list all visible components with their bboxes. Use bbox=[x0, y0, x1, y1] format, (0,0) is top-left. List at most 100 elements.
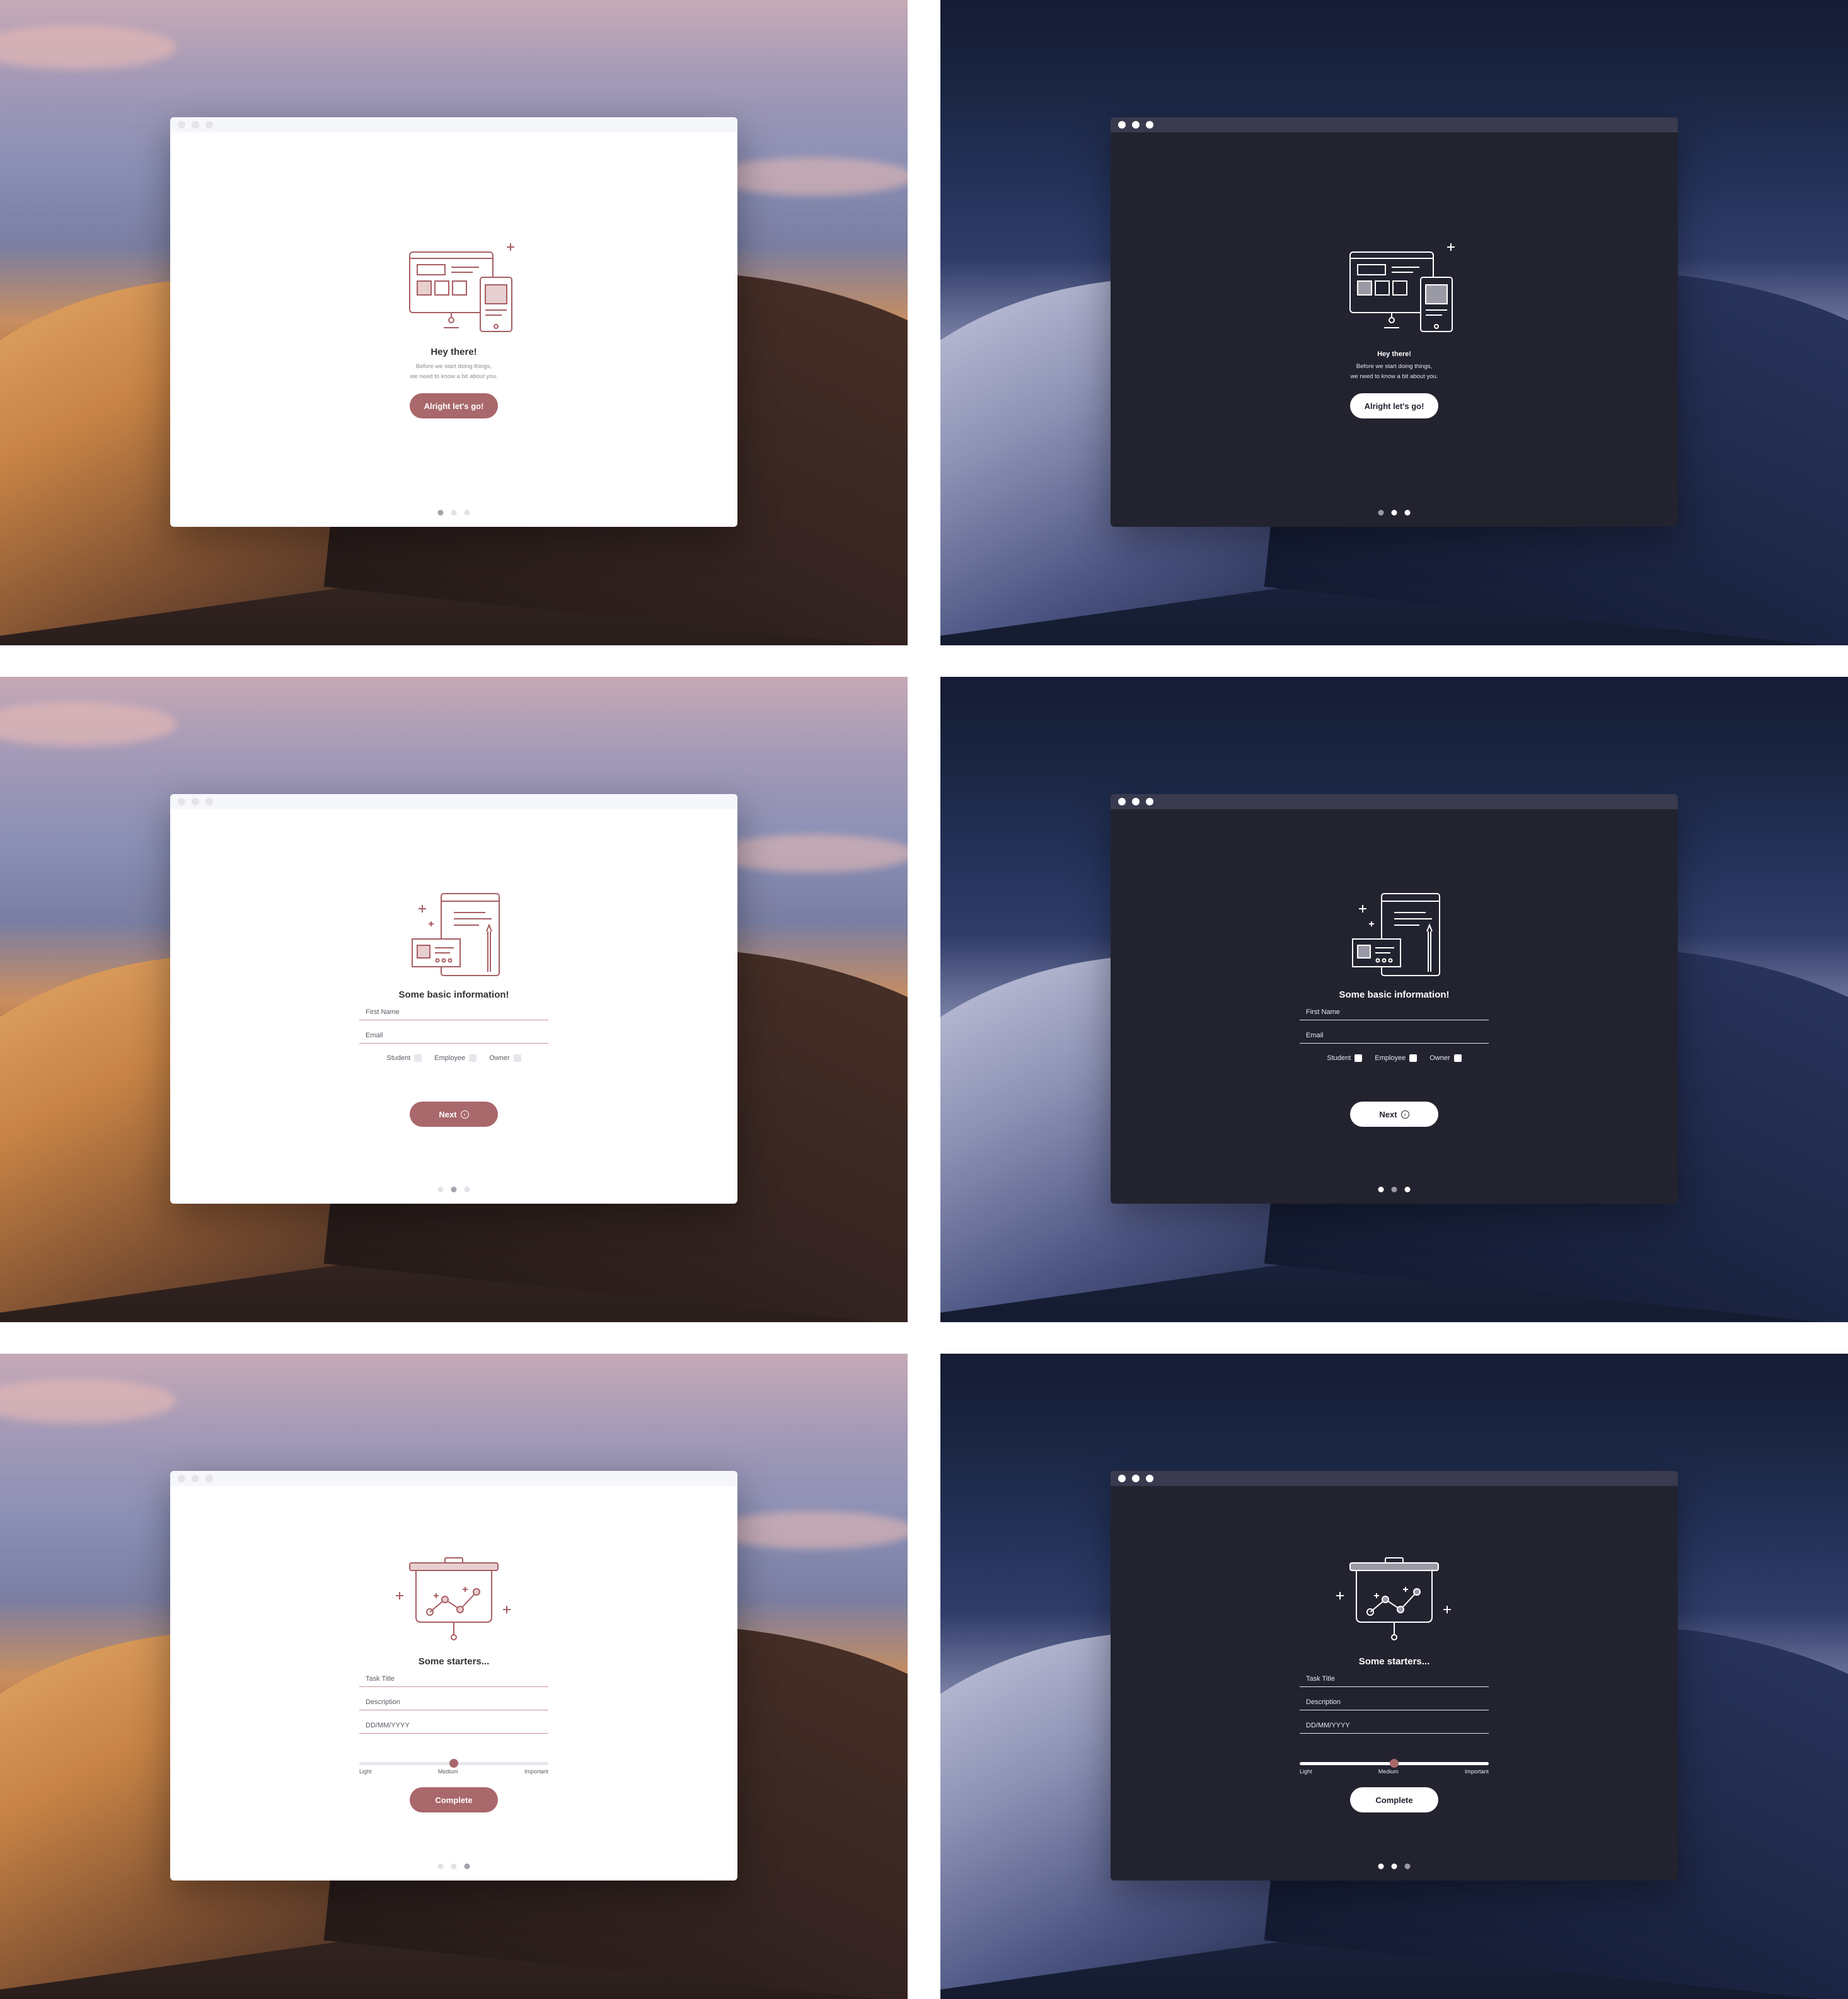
zoom-button[interactable] bbox=[1146, 121, 1153, 129]
devices-illustration-icon bbox=[1331, 239, 1457, 334]
starters-title: Some starters... bbox=[418, 1656, 490, 1667]
priority-important-label: Important bbox=[524, 1768, 548, 1775]
slider-knob[interactable] bbox=[1390, 1759, 1399, 1768]
next-button[interactable]: Next › bbox=[410, 1102, 498, 1127]
minimize-button[interactable] bbox=[1132, 798, 1140, 805]
priority-light-label: Light bbox=[359, 1768, 372, 1775]
role-options: Student Employee Owner bbox=[170, 1054, 737, 1062]
role-student[interactable]: Student bbox=[1327, 1054, 1363, 1062]
titlebar bbox=[170, 1471, 737, 1486]
task-title-field[interactable]: Task Title bbox=[1300, 1668, 1489, 1687]
complete-button[interactable]: Complete bbox=[1350, 1787, 1438, 1812]
onboarding-window: Some basic information! First Name Email… bbox=[1111, 794, 1678, 1204]
minimize-button[interactable] bbox=[1132, 121, 1140, 129]
student-checkbox[interactable] bbox=[1354, 1054, 1363, 1062]
info-dark-panel: Some basic information! First Name Email… bbox=[940, 677, 1848, 1322]
close-button[interactable] bbox=[1118, 1475, 1126, 1482]
slider-knob[interactable] bbox=[449, 1759, 458, 1768]
page-dot-3[interactable] bbox=[464, 510, 470, 516]
minimize-button[interactable] bbox=[192, 121, 199, 129]
description-field[interactable]: Description bbox=[1300, 1691, 1489, 1710]
page-dot-3[interactable] bbox=[464, 1187, 470, 1192]
complete-button[interactable]: Complete bbox=[410, 1787, 498, 1812]
role-student[interactable]: Student bbox=[386, 1054, 422, 1062]
start-button[interactable]: Alright let's go! bbox=[410, 393, 498, 418]
welcome-title: Hey there! bbox=[1377, 350, 1411, 358]
description-field[interactable]: Description bbox=[359, 1691, 548, 1710]
owner-checkbox[interactable] bbox=[513, 1054, 521, 1062]
role-student-label: Student bbox=[1327, 1054, 1351, 1062]
role-employee[interactable]: Employee bbox=[1375, 1054, 1418, 1062]
info-title: Some basic information! bbox=[398, 989, 509, 1000]
date-field[interactable]: DD/MM/YYYY bbox=[359, 1714, 548, 1734]
role-employee-label: Employee bbox=[1375, 1054, 1406, 1062]
role-owner[interactable]: Owner bbox=[489, 1054, 521, 1062]
email-placeholder: Email bbox=[1306, 1032, 1324, 1039]
page-dot-1[interactable] bbox=[1378, 1187, 1384, 1192]
role-employee[interactable]: Employee bbox=[434, 1054, 477, 1062]
subtitle-line-2: we need to know a bit about you. bbox=[1350, 373, 1438, 380]
close-button[interactable] bbox=[178, 121, 185, 129]
info-title: Some basic information! bbox=[1339, 989, 1450, 1000]
arrow-right-icon: › bbox=[460, 1110, 469, 1119]
page-dot-2[interactable] bbox=[451, 1864, 457, 1869]
page-dot-3[interactable] bbox=[464, 1864, 470, 1869]
email-field[interactable]: Email bbox=[1300, 1024, 1489, 1044]
info-light-panel: Some basic information! First Name Email… bbox=[0, 677, 908, 1322]
close-button[interactable] bbox=[178, 1475, 185, 1482]
page-dot-1[interactable] bbox=[437, 510, 444, 516]
first-name-placeholder: First Name bbox=[1306, 1008, 1340, 1016]
page-dot-3[interactable] bbox=[1404, 1187, 1411, 1192]
page-dot-1[interactable] bbox=[1378, 1864, 1384, 1869]
task-title-field[interactable]: Task Title bbox=[359, 1668, 548, 1687]
role-employee-label: Employee bbox=[434, 1054, 466, 1062]
page-indicator bbox=[1378, 510, 1411, 516]
zoom-button[interactable] bbox=[205, 1475, 213, 1482]
email-field[interactable]: Email bbox=[359, 1024, 548, 1044]
zoom-button[interactable] bbox=[205, 121, 213, 129]
priority-labels: Light Medium Important bbox=[359, 1768, 548, 1775]
onboarding-window: Some basic information! First Name Email… bbox=[170, 794, 737, 1204]
zoom-button[interactable] bbox=[205, 798, 213, 805]
onboarding-window: Hey there! Before we start doing things,… bbox=[170, 117, 737, 527]
close-button[interactable] bbox=[1118, 798, 1126, 805]
employee-checkbox[interactable] bbox=[469, 1054, 477, 1062]
page-dot-2[interactable] bbox=[1391, 1864, 1397, 1869]
page-dot-1[interactable] bbox=[1378, 510, 1384, 516]
minimize-button[interactable] bbox=[1132, 1475, 1140, 1482]
minimize-button[interactable] bbox=[192, 1475, 199, 1482]
titlebar bbox=[170, 117, 737, 132]
onboarding-window: Some starters... Task Title Description … bbox=[1111, 1471, 1678, 1881]
page-dot-1[interactable] bbox=[437, 1864, 444, 1869]
first-name-field[interactable]: First Name bbox=[359, 1001, 548, 1020]
subtitle-line-1: Before we start doing things, bbox=[1356, 363, 1433, 370]
page-dot-3[interactable] bbox=[1404, 1864, 1411, 1869]
welcome-dark-panel: Hey there! Before we start doing things,… bbox=[940, 0, 1848, 645]
first-name-field[interactable]: First Name bbox=[1300, 1001, 1489, 1020]
student-checkbox[interactable] bbox=[414, 1054, 422, 1062]
close-button[interactable] bbox=[1118, 121, 1126, 129]
titlebar bbox=[1111, 117, 1678, 132]
close-button[interactable] bbox=[178, 798, 185, 805]
zoom-button[interactable] bbox=[1146, 1475, 1153, 1482]
welcome-subtitle: Before we start doing things, we need to … bbox=[170, 362, 737, 382]
start-button[interactable]: Alright let's go! bbox=[1350, 393, 1438, 418]
onboarding-window: Hey there! Before we start doing things,… bbox=[1111, 117, 1678, 527]
onboarding-window: Some starters... Task Title Description … bbox=[170, 1471, 737, 1881]
page-dot-2[interactable] bbox=[451, 1187, 457, 1192]
starters-dark-panel: Some starters... Task Title Description … bbox=[940, 1354, 1848, 1999]
page-dot-2[interactable] bbox=[451, 510, 457, 516]
page-dot-2[interactable] bbox=[1391, 510, 1397, 516]
role-owner[interactable]: Owner bbox=[1429, 1054, 1462, 1062]
page-dot-2[interactable] bbox=[1391, 1187, 1397, 1192]
next-button[interactable]: Next › bbox=[1350, 1102, 1438, 1127]
devices-illustration-icon bbox=[391, 239, 517, 334]
zoom-button[interactable] bbox=[1146, 798, 1153, 805]
priority-medium-label: Medium bbox=[437, 1768, 458, 1775]
minimize-button[interactable] bbox=[192, 798, 199, 805]
date-field[interactable]: DD/MM/YYYY bbox=[1300, 1714, 1489, 1734]
employee-checkbox[interactable] bbox=[1409, 1054, 1418, 1062]
page-dot-3[interactable] bbox=[1404, 510, 1411, 516]
owner-checkbox[interactable] bbox=[1453, 1054, 1462, 1062]
page-dot-1[interactable] bbox=[437, 1187, 444, 1192]
